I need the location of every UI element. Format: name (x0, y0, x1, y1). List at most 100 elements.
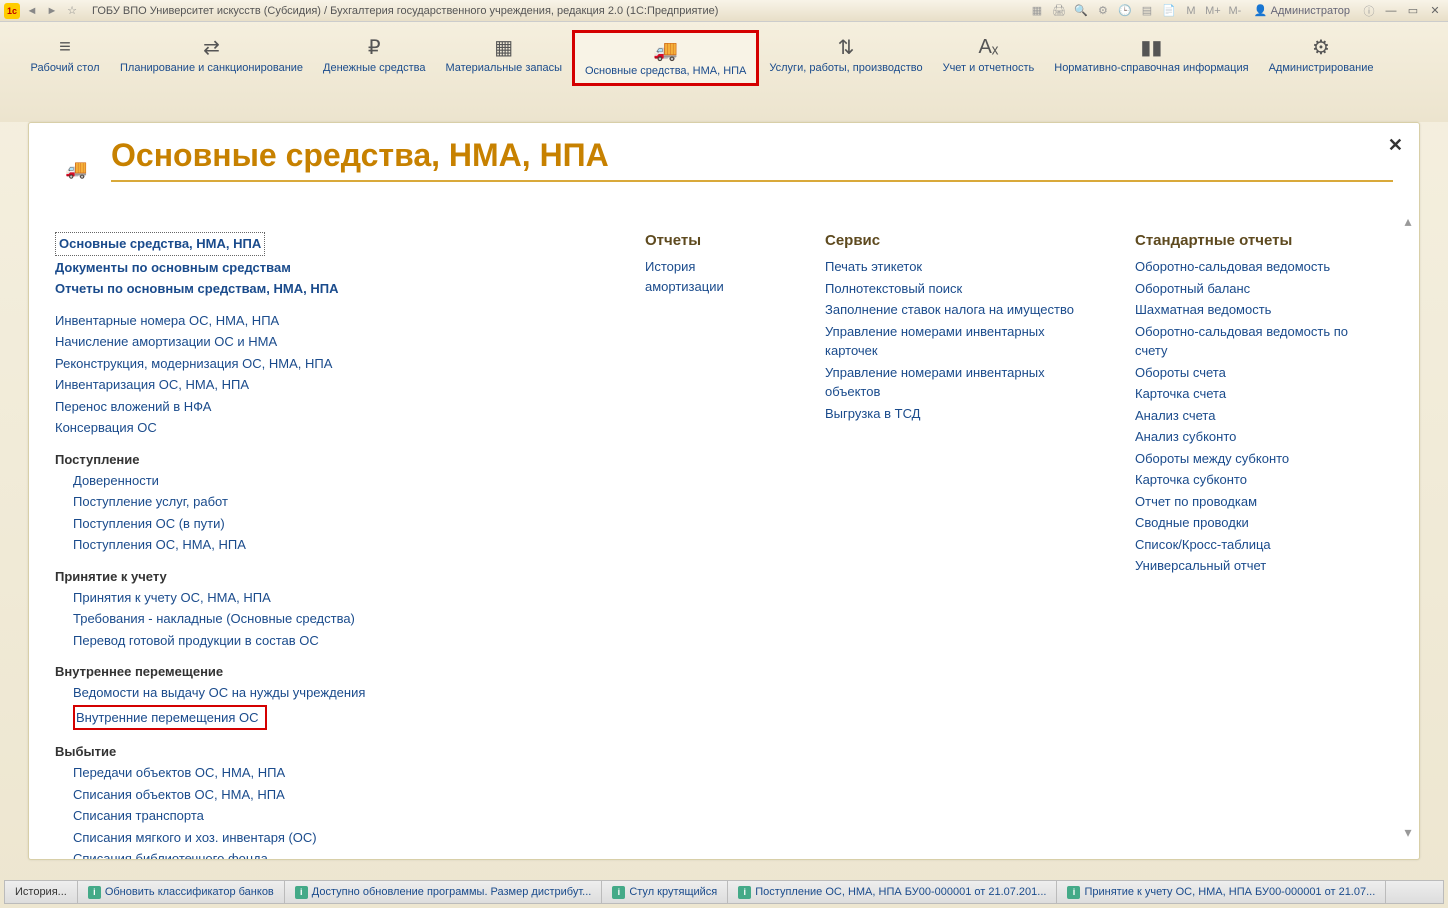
sb-item-2[interactable]: iСтул крутящийся (602, 881, 728, 903)
link-postup-3[interactable]: Поступления ОС, НМА, НПА (73, 535, 595, 555)
toolbar-icon-5[interactable]: 🕒 (1116, 3, 1134, 19)
link-std-6[interactable]: Анализ счета (1135, 406, 1365, 426)
nav-reference[interactable]: ▮▮ Нормативно-справочная информация (1044, 30, 1258, 80)
sb-label: Стул крутящийся (629, 886, 717, 898)
link-srv-0[interactable]: Печать этикеток (825, 257, 1085, 277)
link-list1-2[interactable]: Реконструкция, модернизация ОС, НМА, НПА (55, 354, 595, 374)
forward-icon[interactable]: ► (44, 3, 60, 19)
link-std-0[interactable]: Оборотно-сальдовая ведомость (1135, 257, 1365, 277)
link-std-4[interactable]: Обороты счета (1135, 363, 1365, 383)
sb-item-4[interactable]: iПринятие к учету ОС, НМА, НПА БУ00-0000… (1057, 881, 1386, 903)
calc-m[interactable]: M (1182, 3, 1200, 19)
link-report-0[interactable]: История амортизации (645, 257, 775, 296)
link-list1-0[interactable]: Инвентарные номера ОС, НМА, НПА (55, 311, 595, 331)
group-prinyatie: Принятие к учету (55, 569, 595, 584)
link-prin-1[interactable]: Требования - накладные (Основные средств… (73, 609, 595, 629)
nav-cash[interactable]: ₽ Денежные средства (313, 30, 435, 80)
app-logo-icon: 1c (4, 3, 20, 19)
main-panel: ✕ 🚚 Основные средства, НМА, НПА ▴ ▾ Осно… (28, 122, 1420, 860)
link-postup-1[interactable]: Поступление услуг, работ (73, 492, 595, 512)
link-list1-5[interactable]: Консервация ОС (55, 418, 595, 438)
window-title: ГОБУ ВПО Университет искусств (Субсидия)… (92, 5, 718, 17)
link-std-12[interactable]: Список/Кросс-таблица (1135, 535, 1365, 555)
nav-services[interactable]: ⇅ Услуги, работы, производство (759, 30, 932, 80)
nav-desktop[interactable]: ≡ Рабочий стол (20, 30, 110, 80)
history-button[interactable]: История... (5, 881, 78, 903)
link-list1-3[interactable]: Инвентаризация ОС, НМА, НПА (55, 375, 595, 395)
link-list1-1[interactable]: Начисление амортизации ОС и НМА (55, 332, 595, 352)
user-icon: 👤 (1254, 4, 1268, 17)
link-vyb-1[interactable]: Списания объектов ОС, НМА, НПА (73, 785, 595, 805)
std-reports-heading: Стандартные отчеты (1135, 232, 1365, 249)
link-srv-2[interactable]: Заполнение ставок налога на имущество (825, 300, 1085, 320)
calc-m-minus[interactable]: M- (1226, 3, 1244, 19)
link-std-3[interactable]: Оборотно-сальдовая ведомость по счету (1135, 322, 1365, 361)
link-list1-4[interactable]: Перенос вложений в НФА (55, 397, 595, 417)
link-top-1[interactable]: Основные средства, НМА, НПА (55, 232, 595, 256)
link-std-11[interactable]: Сводные проводки (1135, 513, 1365, 533)
link-std-10[interactable]: Отчет по проводкам (1135, 492, 1365, 512)
link-std-7[interactable]: Анализ субконто (1135, 427, 1365, 447)
link-std-13[interactable]: Универсальный отчет (1135, 556, 1365, 576)
link-std-2[interactable]: Шахматная ведомость (1135, 300, 1365, 320)
sb-item-0[interactable]: iОбновить классификатор банков (78, 881, 285, 903)
back-icon[interactable]: ◄ (24, 3, 40, 19)
info-icon[interactable]: ⓘ (1360, 3, 1378, 19)
info-badge-icon: i (738, 886, 751, 899)
favorite-icon[interactable]: ☆ (64, 3, 80, 19)
link-vnutr-0[interactable]: Ведомости на выдачу ОС на нужды учрежден… (73, 683, 595, 703)
link-srv-4[interactable]: Управление номерами инвентарных объектов (825, 363, 1085, 402)
link-srv-1[interactable]: Полнотекстовый поиск (825, 279, 1085, 299)
sb-item-3[interactable]: i Поступление ОС, НМА, НПА БУ00-000001 от… (728, 881, 1057, 903)
toolbar-icon-3[interactable]: 🔍 (1072, 3, 1090, 19)
close-button[interactable]: ✕ (1426, 3, 1444, 19)
nav-fixed-assets[interactable]: 🚚 Основные средства, НМА, НПА (572, 30, 759, 86)
user-label[interactable]: 👤 Администратор (1254, 4, 1350, 17)
sb-label: Обновить классификатор банков (105, 886, 274, 898)
nav-label: Денежные средства (323, 62, 425, 74)
link-std-8[interactable]: Обороты между субконто (1135, 449, 1365, 469)
link-prin-0[interactable]: Принятия к учету ОС, НМА, НПА (73, 588, 595, 608)
link-vyb-2[interactable]: Списания транспорта (73, 806, 595, 826)
nav-label: Учет и отчетность (943, 62, 1035, 74)
sort-icon: Aₓ (943, 36, 1035, 58)
link-srv-3[interactable]: Управление номерами инвентарных карточек (825, 322, 1085, 361)
calc-m-plus[interactable]: M+ (1204, 3, 1222, 19)
link-vyb-3[interactable]: Списания мягкого и хоз. инвентаря (ОС) (73, 828, 595, 848)
nav-admin[interactable]: ⚙ Администрирование (1259, 30, 1384, 80)
panel-close-button[interactable]: ✕ (1388, 135, 1403, 156)
group-vybytie: Выбытие (55, 744, 595, 759)
link-std-9[interactable]: Карточка субконто (1135, 470, 1365, 490)
sb-label: Поступление ОС, НМА, НПА БУ00-000001 от … (755, 886, 1046, 898)
maximize-button[interactable]: ▭ (1404, 3, 1422, 19)
nav-label: Администрирование (1269, 62, 1374, 74)
nav-accounting[interactable]: Aₓ Учет и отчетность (933, 30, 1045, 80)
scroll-down-icon[interactable]: ▾ (1403, 824, 1413, 841)
link-vnutr-1[interactable]: Внутренние перемещения ОС (76, 708, 259, 728)
link-top-2[interactable]: Документы по основным средствам (55, 258, 595, 278)
toolbar-icon-2[interactable]: 🖨 (1050, 3, 1068, 19)
minimize-button[interactable]: — (1382, 3, 1400, 19)
ruble-icon: ₽ (323, 36, 425, 58)
link-vyb-4[interactable]: Списания библиотечного фонда (73, 849, 595, 860)
nav-label: Услуги, работы, производство (769, 62, 922, 74)
link-std-1[interactable]: Оборотный баланс (1135, 279, 1365, 299)
link-std-5[interactable]: Карточка счета (1135, 384, 1365, 404)
nav-label: Планирование и санкционирование (120, 62, 303, 74)
gear-icon: ⚙ (1269, 36, 1374, 58)
toolbar-icon-7[interactable]: 📄 (1160, 3, 1178, 19)
info-badge-icon: i (1067, 886, 1080, 899)
toolbar-icon-4[interactable]: ⚙ (1094, 3, 1112, 19)
link-top-3[interactable]: Отчеты по основным средствам, НМА, НПА (55, 279, 595, 299)
link-postup-0[interactable]: Доверенности (73, 471, 595, 491)
sb-item-1[interactable]: iДоступно обновление программы. Размер д… (285, 881, 603, 903)
nav-materials[interactable]: ▦ Материальные запасы (435, 30, 572, 80)
toolbar-icon-6[interactable]: ▤ (1138, 3, 1156, 19)
link-vyb-0[interactable]: Передачи объектов ОС, НМА, НПА (73, 763, 595, 783)
link-srv-5[interactable]: Выгрузка в ТСД (825, 404, 1085, 424)
toolbar-icon-1[interactable]: ▦ (1028, 3, 1046, 19)
link-postup-2[interactable]: Поступления ОС (в пути) (73, 514, 595, 534)
link-prin-2[interactable]: Перевод готовой продукции в состав ОС (73, 631, 595, 651)
nav-planning[interactable]: ⇄ Планирование и санкционирование (110, 30, 313, 80)
scroll-up-icon[interactable]: ▴ (1403, 213, 1413, 230)
